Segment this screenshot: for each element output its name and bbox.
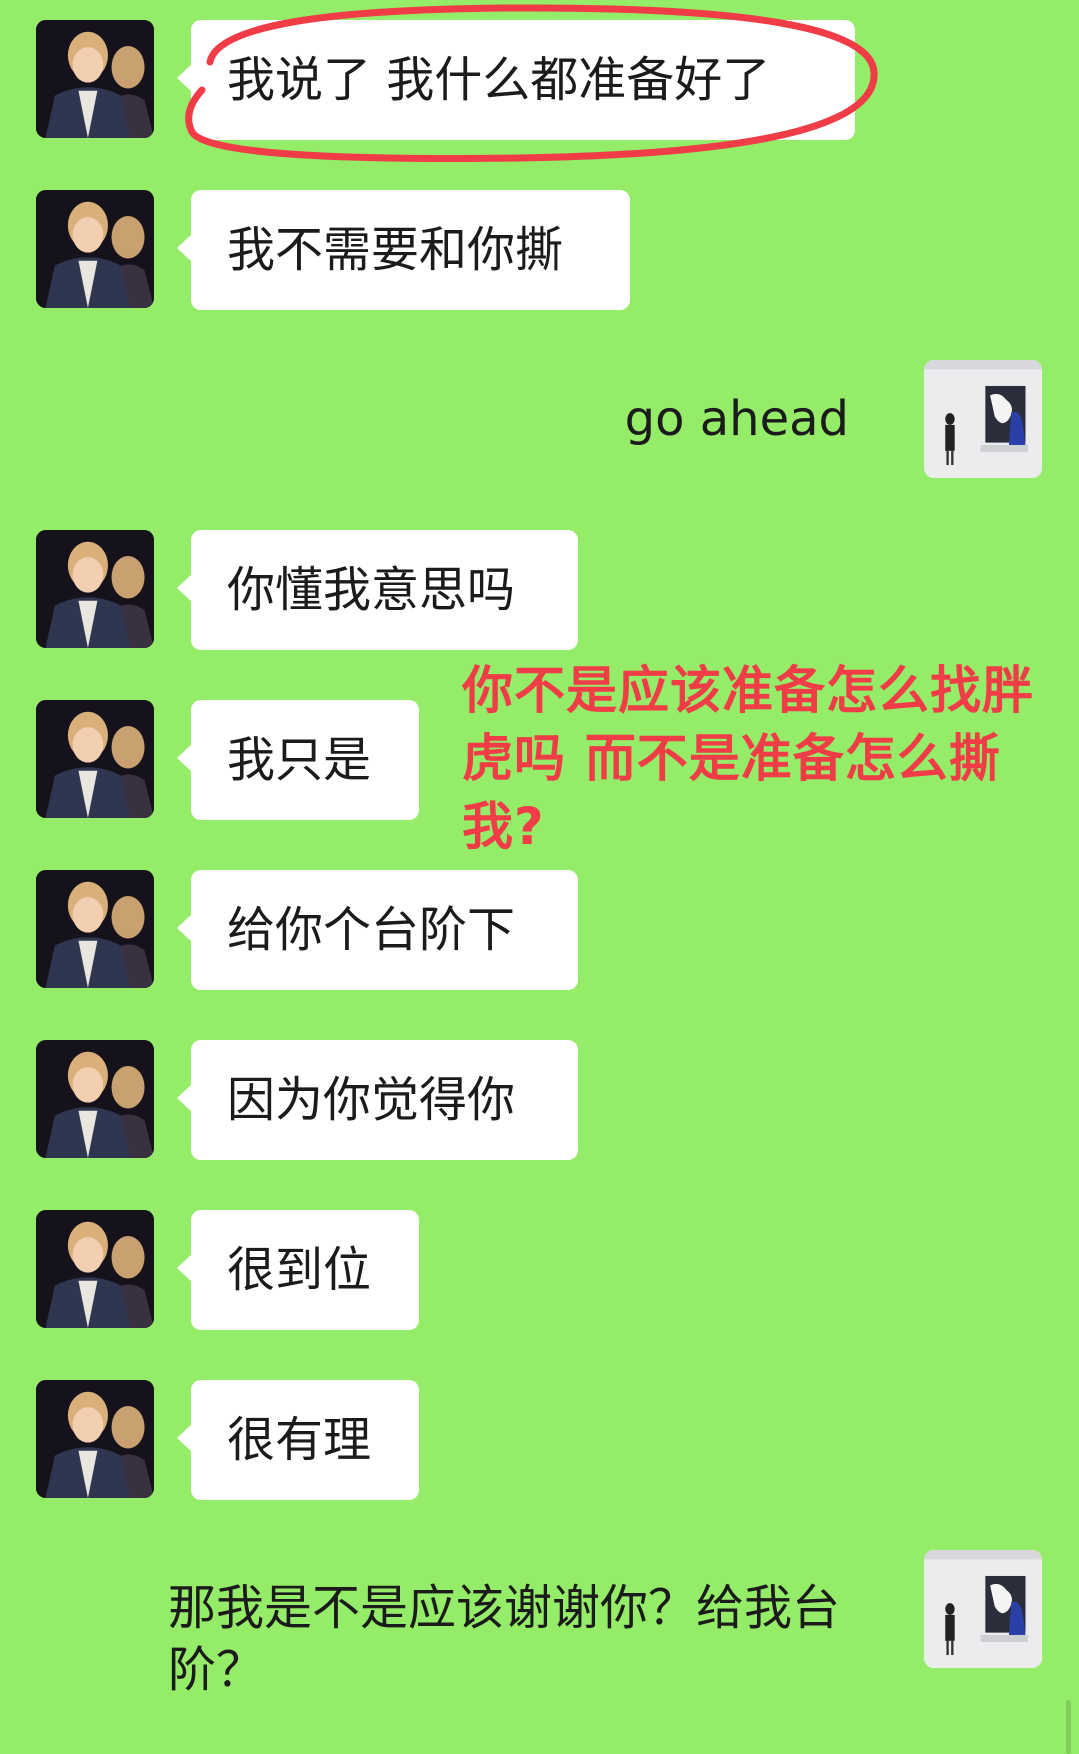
message-bubble[interactable]: 因为你觉得你 — [177, 1040, 578, 1160]
message-bubble[interactable]: 我说了 我什么都准备好了 — [177, 20, 855, 140]
contact-avatar[interactable] — [36, 530, 154, 648]
scrollbar[interactable] — [1066, 1700, 1071, 1754]
person-photo-icon — [36, 190, 154, 308]
person-photo-icon — [36, 20, 154, 138]
person-photo-icon — [36, 530, 154, 648]
self-avatar[interactable] — [924, 360, 1042, 478]
contact-avatar[interactable] — [36, 1040, 154, 1158]
person-photo-icon — [36, 1040, 154, 1158]
contact-avatar[interactable] — [36, 870, 154, 988]
self-avatar[interactable] — [924, 1550, 1042, 1668]
person-photo-icon — [36, 1380, 154, 1498]
message-bubble[interactable]: 给你个台阶下 — [177, 870, 578, 990]
contact-avatar[interactable] — [36, 1210, 154, 1328]
person-photo-icon — [36, 1210, 154, 1328]
gallery-photo-icon — [924, 360, 1042, 478]
message-text[interactable]: 那我是不是应该谢谢你？给我台阶？ — [168, 1577, 862, 1701]
message-bubble[interactable]: 很到位 — [177, 1210, 419, 1330]
chat-area: 我说了 我什么都准备好了 我不需要和你撕 go ahead 你懂我意思吗 我只是… — [0, 0, 1079, 1754]
contact-avatar[interactable] — [36, 1380, 154, 1498]
red-annotation-text: 你不是应该准备怎么找胖虎吗 而不是准备怎么撕我? — [462, 662, 1035, 857]
message-bubble[interactable]: 我只是 — [177, 700, 419, 820]
message-text[interactable]: go ahead — [625, 388, 849, 450]
contact-avatar[interactable] — [36, 700, 154, 818]
person-photo-icon — [36, 870, 154, 988]
contact-avatar[interactable] — [36, 190, 154, 308]
message-bubble[interactable]: 我不需要和你撕 — [177, 190, 630, 310]
contact-avatar[interactable] — [36, 20, 154, 138]
person-photo-icon — [36, 700, 154, 818]
message-bubble[interactable]: 你懂我意思吗 — [177, 530, 578, 650]
gallery-photo-icon — [924, 1550, 1042, 1668]
message-bubble[interactable]: 很有理 — [177, 1380, 419, 1500]
